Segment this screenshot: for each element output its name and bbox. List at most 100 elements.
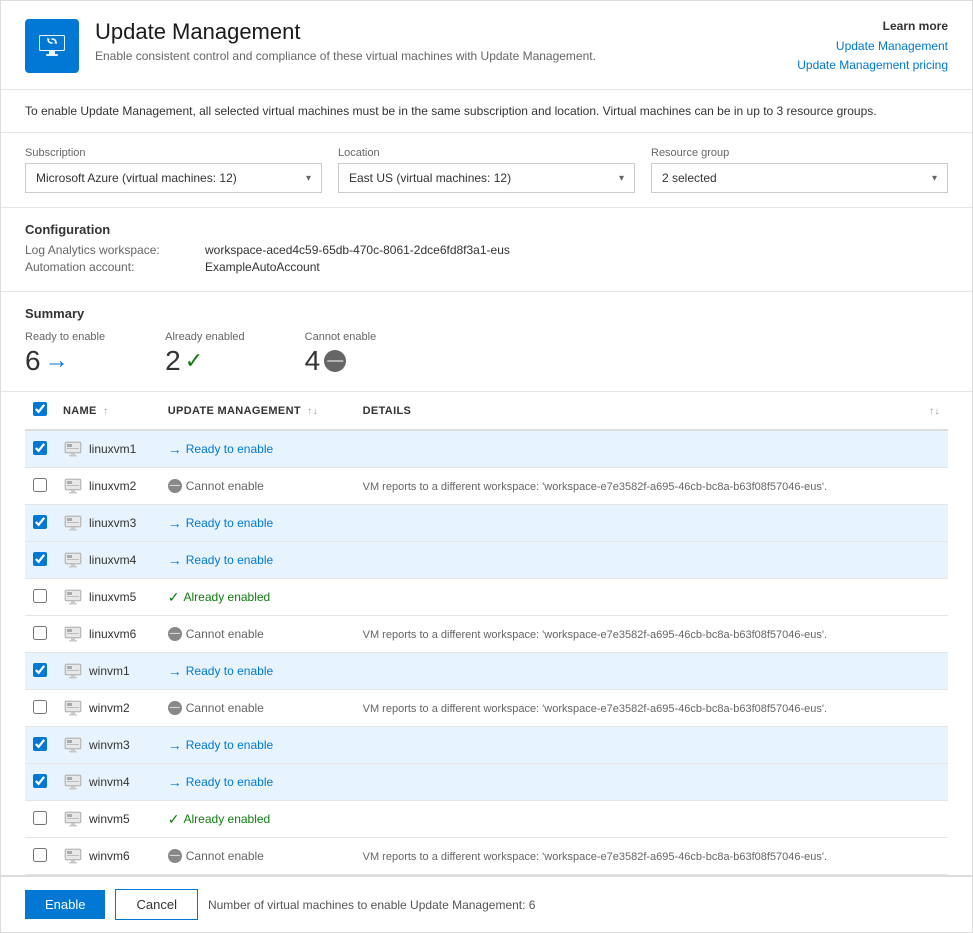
row-checkbox-linuxvm4[interactable] xyxy=(33,552,47,566)
row-details-cell xyxy=(355,430,918,468)
status-cannot: — Cannot enable xyxy=(168,849,347,863)
update-sort-icon[interactable]: ↑↓ xyxy=(307,406,318,417)
enabled-check-icon: ✓ xyxy=(185,348,203,374)
row-checkbox-winvm1[interactable] xyxy=(33,663,47,677)
enabled-number: 2 xyxy=(165,345,181,377)
status-cannot: — Cannot enable xyxy=(168,479,347,493)
subscription-select[interactable]: Microsoft Azure (virtual machines: 12) ▾ xyxy=(25,163,322,193)
row-name-cell: winvm4 xyxy=(55,764,160,801)
vm-table: NAME ↑ UPDATE MANAGEMENT ↑↓ DETAILS ↑↓ xyxy=(25,392,948,875)
table-row: linuxvm2 — Cannot enable VM reports to a … xyxy=(25,468,948,505)
row-checkbox-linuxvm5[interactable] xyxy=(33,589,47,603)
page-title: Update Management xyxy=(95,19,797,45)
row-name-cell: linuxvm3 xyxy=(55,505,160,542)
status-enabled: ✓ Already enabled xyxy=(168,589,347,606)
vm-name: linuxvm4 xyxy=(89,553,136,567)
row-checkbox-linuxvm6[interactable] xyxy=(33,626,47,640)
row-checkbox-winvm6[interactable] xyxy=(33,848,47,862)
table-row: winvm4 → Ready to enable xyxy=(25,764,948,801)
name-sort-icon[interactable]: ↑ xyxy=(103,406,108,417)
name-cell-content: winvm1 xyxy=(63,661,152,681)
page-container: Update Management Enable consistent cont… xyxy=(0,0,973,933)
resource-group-select[interactable]: 2 selected ▾ xyxy=(651,163,948,193)
cannot-value: 4 — xyxy=(305,345,377,377)
location-filter: Location East US (virtual machines: 12) … xyxy=(338,147,635,193)
vm-name: winvm1 xyxy=(89,664,130,678)
select-all-header[interactable] xyxy=(25,392,55,430)
table-header-row: NAME ↑ UPDATE MANAGEMENT ↑↓ DETAILS ↑↓ xyxy=(25,392,948,430)
row-checkbox-linuxvm2[interactable] xyxy=(33,478,47,492)
vm-name: winvm5 xyxy=(89,812,130,826)
subscription-chevron: ▾ xyxy=(306,173,311,184)
row-checkbox-cell xyxy=(25,616,55,653)
row-checkbox-cell xyxy=(25,542,55,579)
cancel-button[interactable]: Cancel xyxy=(115,889,197,920)
row-status-cell: — Cannot enable xyxy=(160,616,355,653)
row-name-cell: winvm3 xyxy=(55,727,160,764)
row-extra-cell xyxy=(918,579,948,616)
vm-icon xyxy=(63,735,83,755)
vm-name: linuxvm5 xyxy=(89,590,136,604)
vm-icon xyxy=(63,587,83,607)
vm-name: linuxvm2 xyxy=(89,479,136,493)
row-checkbox-linuxvm1[interactable] xyxy=(33,441,47,455)
ready-arrow-icon: → xyxy=(168,737,182,753)
status-ready: → Ready to enable xyxy=(168,515,347,531)
enabled-label: Already enabled xyxy=(165,331,245,343)
row-status-cell: → Ready to enable xyxy=(160,653,355,690)
location-select[interactable]: East US (virtual machines: 12) ▾ xyxy=(338,163,635,193)
row-checkbox-winvm4[interactable] xyxy=(33,774,47,788)
row-details-cell: VM reports to a different workspace: 'wo… xyxy=(355,468,918,505)
row-details-cell: VM reports to a different workspace: 'wo… xyxy=(355,838,918,875)
row-checkbox-winvm5[interactable] xyxy=(33,811,47,825)
update-management-link[interactable]: Update Management xyxy=(797,37,948,56)
workspace-row: Log Analytics workspace: workspace-aced4… xyxy=(25,243,948,257)
automation-value: ExampleAutoAccount xyxy=(205,260,320,274)
select-all-checkbox[interactable] xyxy=(33,402,47,416)
enable-button[interactable]: Enable xyxy=(25,890,105,919)
row-details-cell: VM reports to a different workspace: 'wo… xyxy=(355,690,918,727)
name-cell-content: winvm5 xyxy=(63,809,152,829)
vm-icon xyxy=(63,513,83,533)
vm-name: winvm3 xyxy=(89,738,130,752)
row-details-cell xyxy=(355,653,918,690)
update-management-pricing-link[interactable]: Update Management pricing xyxy=(797,56,948,75)
row-name-cell: linuxvm5 xyxy=(55,579,160,616)
header-links: Learn more Update Management Update Mana… xyxy=(797,19,948,75)
row-status-cell: → Ready to enable xyxy=(160,727,355,764)
resource-group-chevron: ▾ xyxy=(932,173,937,184)
summary-section: Summary Ready to enable 6 → Already enab… xyxy=(1,292,972,392)
vm-name: linuxvm3 xyxy=(89,516,136,530)
table-row: linuxvm5 ✓ Already enabled xyxy=(25,579,948,616)
vm-table-body: linuxvm1 → Ready to enable linuxvm2 — Ca… xyxy=(25,430,948,875)
subscription-value: Microsoft Azure (virtual machines: 12) xyxy=(36,171,237,185)
header-icon xyxy=(25,19,79,73)
info-bar: To enable Update Management, all selecte… xyxy=(1,90,972,133)
automation-row: Automation account: ExampleAutoAccount xyxy=(25,260,948,274)
table-row: winvm5 ✓ Already enabled xyxy=(25,801,948,838)
vm-name: winvm4 xyxy=(89,775,130,789)
details-text: VM reports to a different workspace: 'wo… xyxy=(363,703,827,715)
vm-icon xyxy=(63,698,83,718)
col-details-label: DETAILS xyxy=(363,405,412,417)
vm-icon xyxy=(63,550,83,570)
status-ready: → Ready to enable xyxy=(168,441,347,457)
learn-more-label: Learn more xyxy=(797,19,948,33)
row-checkbox-winvm3[interactable] xyxy=(33,737,47,751)
row-status-cell: ✓ Already enabled xyxy=(160,801,355,838)
location-chevron: ▾ xyxy=(619,173,624,184)
row-checkbox-linuxvm3[interactable] xyxy=(33,515,47,529)
vm-icon xyxy=(63,772,83,792)
row-checkbox-winvm2[interactable] xyxy=(33,700,47,714)
ready-arrow-icon: → xyxy=(168,774,182,790)
vm-icon xyxy=(63,661,83,681)
row-details-cell xyxy=(355,801,918,838)
name-cell-content: winvm6 xyxy=(63,846,152,866)
row-details-cell xyxy=(355,505,918,542)
status-ready: → Ready to enable xyxy=(168,552,347,568)
table-section: NAME ↑ UPDATE MANAGEMENT ↑↓ DETAILS ↑↓ xyxy=(1,392,972,875)
row-extra-cell xyxy=(918,505,948,542)
workspace-value: workspace-aced4c59-65db-470c-8061-2dce6f… xyxy=(205,243,510,257)
subscription-label: Subscription xyxy=(25,147,322,159)
page-description: Enable consistent control and compliance… xyxy=(95,49,797,63)
